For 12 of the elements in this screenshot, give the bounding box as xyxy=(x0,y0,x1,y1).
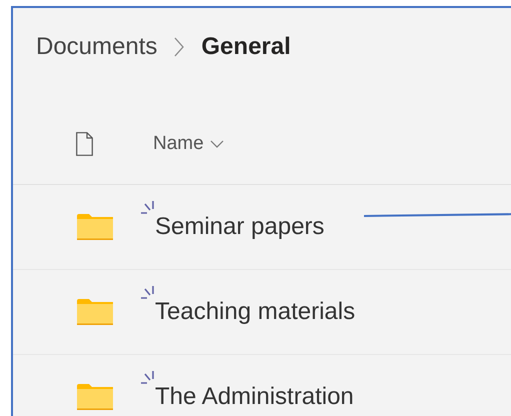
folder-name[interactable]: Seminar papers xyxy=(155,213,324,240)
folder-name[interactable]: Teaching materials xyxy=(155,298,356,325)
folder-icon xyxy=(77,299,113,325)
breadcrumb-item[interactable]: Documents xyxy=(36,33,158,61)
chevron-down-icon xyxy=(210,140,224,148)
folder-icon xyxy=(77,214,113,240)
folder-name[interactable]: The Administration xyxy=(155,383,354,410)
folder-icon xyxy=(77,384,113,410)
name-column-header[interactable]: Name xyxy=(153,133,224,155)
breadcrumb-item: General xyxy=(201,33,291,61)
chevron-right-icon xyxy=(174,37,184,57)
document-icon xyxy=(76,132,93,156)
